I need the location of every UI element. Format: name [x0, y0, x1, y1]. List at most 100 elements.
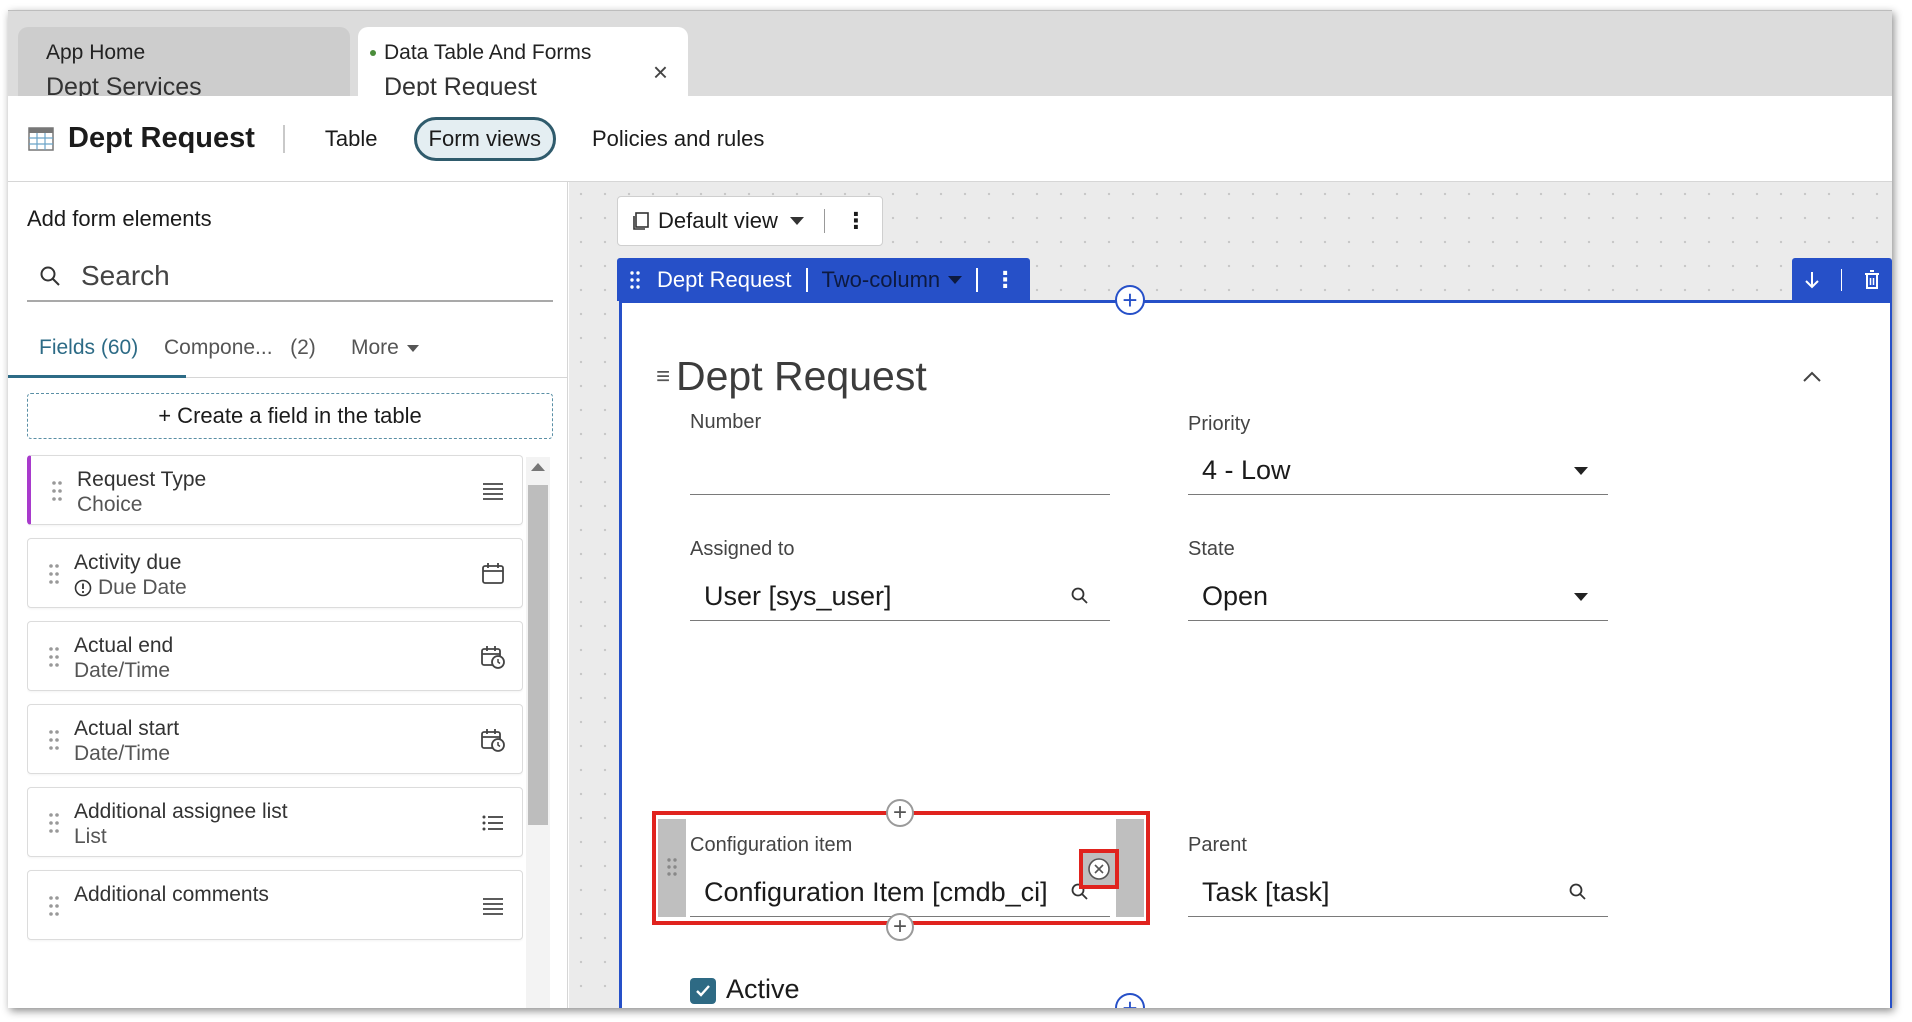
- priority-label: Priority: [1188, 413, 1251, 435]
- field-name: Request Type: [77, 468, 207, 491]
- field-type: List: [74, 825, 107, 848]
- assigned-to-label: Assigned to: [690, 538, 795, 560]
- assigned-to-value: User [sys_user]: [704, 581, 892, 611]
- divider: [805, 267, 808, 292]
- field-list-scrollbar[interactable]: [526, 457, 550, 1008]
- search-input[interactable]: Search: [27, 252, 553, 302]
- table-icon: [28, 126, 54, 151]
- tab-components-count: (2): [290, 336, 316, 359]
- chevron-down-icon: [789, 217, 804, 225]
- field-card-additional-assignee-list[interactable]: Additional assignee list List: [27, 787, 523, 857]
- field-type: Choice: [77, 493, 143, 516]
- drag-handle-icon[interactable]: [48, 563, 60, 585]
- layout-selector[interactable]: Two-column: [822, 267, 941, 293]
- tab-title: App Home: [46, 41, 146, 64]
- field-type: Due Date: [98, 576, 187, 599]
- drag-handle-icon[interactable]: [48, 812, 60, 834]
- field-name: Additional comments: [74, 883, 269, 906]
- hamburger-icon[interactable]: ≡: [656, 363, 670, 391]
- field-name: Activity due: [74, 551, 182, 574]
- section-title-text: Dept Request: [676, 353, 927, 399]
- assigned-to-field[interactable]: User [sys_user]: [690, 573, 1110, 621]
- drag-handle-icon[interactable]: [666, 857, 678, 877]
- more-options-icon[interactable]: ⋮: [992, 267, 1018, 293]
- field-name: Additional assignee list: [74, 800, 288, 823]
- parent-label: Parent: [1188, 834, 1247, 856]
- more-options-icon[interactable]: ⋮: [845, 208, 867, 234]
- selection-handle-left[interactable]: [658, 819, 686, 917]
- search-icon[interactable]: [1568, 882, 1588, 902]
- field-type: Date/Time: [74, 742, 171, 765]
- add-below-icon[interactable]: +: [886, 913, 914, 941]
- alert-circle-icon: [74, 579, 92, 597]
- parent-value: Task [task]: [1202, 877, 1330, 907]
- field-type-row: Due Date: [74, 576, 187, 600]
- tab-title: Data Table And Forms: [384, 41, 592, 64]
- number-field[interactable]: [690, 447, 1110, 495]
- nav-policies-and-rules[interactable]: Policies and rules: [578, 118, 778, 160]
- tab-components[interactable]: Compone... (2): [164, 336, 316, 360]
- calendar-icon: [482, 563, 504, 584]
- priority-select[interactable]: 4 - Low: [1188, 447, 1608, 495]
- field-card-actual-start[interactable]: Actual start Date/Time: [27, 704, 523, 774]
- search-icon[interactable]: [1070, 586, 1090, 606]
- priority-value: 4 - Low: [1202, 455, 1291, 485]
- form-section-toolbar: Dept Request Two-column ⋮: [617, 258, 1031, 301]
- configuration-item-label: Configuration item: [690, 834, 853, 856]
- drag-handle-icon[interactable]: [48, 729, 60, 751]
- state-select[interactable]: Open: [1188, 573, 1608, 621]
- chevron-up-icon[interactable]: [1802, 367, 1822, 387]
- scrollbar-thumb[interactable]: [528, 485, 548, 825]
- panel-heading: Add form elements: [27, 206, 212, 231]
- field-card-activity-due[interactable]: Activity due Due Date: [27, 538, 523, 608]
- tab-fields[interactable]: Fields (60): [39, 336, 138, 360]
- drag-handle-icon[interactable]: [48, 895, 60, 917]
- tab-data-table-and-forms[interactable]: Data Table And Forms Dept Request ×: [358, 27, 688, 101]
- create-field-button[interactable]: + Create a field in the table: [27, 393, 553, 439]
- add-above-icon[interactable]: +: [886, 799, 914, 827]
- divider: [976, 267, 979, 292]
- drag-handle-icon[interactable]: [51, 480, 63, 502]
- header-divider: [282, 124, 285, 153]
- remove-field-button[interactable]: [1079, 849, 1119, 889]
- calendar-clock-icon: [481, 729, 505, 752]
- field-type: Date/Time: [74, 659, 171, 682]
- tab-more[interactable]: More: [351, 336, 419, 360]
- field-name: Actual start: [74, 717, 180, 740]
- tab-more-label: More: [351, 336, 399, 359]
- field-card-request-type[interactable]: Request Type Choice: [27, 455, 523, 525]
- list-icon: [482, 815, 503, 831]
- unsaved-dot-icon: [370, 50, 376, 56]
- form-canvas: Default view ⋮ ≡ Dept Request Number Pri…: [569, 182, 1892, 1008]
- tab-app-home[interactable]: App Home Dept Services: [18, 27, 350, 101]
- view-selector-label: Default view: [658, 208, 778, 233]
- page-title: Dept Request: [68, 122, 255, 154]
- chevron-down-icon[interactable]: [948, 275, 963, 284]
- parent-field[interactable]: Task [task]: [1188, 869, 1608, 917]
- state-value: Open: [1202, 581, 1269, 611]
- checkmark-icon: [696, 985, 710, 997]
- scroll-up-icon[interactable]: [531, 463, 545, 471]
- nav-table[interactable]: Table: [311, 118, 392, 160]
- panel-tabs: Fields (60) Compone... (2) More: [8, 322, 568, 378]
- close-tab-icon[interactable]: ×: [653, 57, 668, 88]
- calendar-clock-icon: [481, 646, 505, 669]
- field-card-additional-comments[interactable]: Additional comments: [27, 870, 523, 940]
- tab-strip: App Home Dept Services Data Table And Fo…: [8, 10, 1892, 101]
- field-card-actual-end[interactable]: Actual end Date/Time: [27, 621, 523, 691]
- add-section-above-icon[interactable]: +: [1115, 285, 1145, 315]
- app-window: App Home Dept Services Data Table And Fo…: [8, 10, 1892, 1008]
- selection-handle-right: [1116, 819, 1144, 917]
- dropdown-arrow-icon: [1574, 467, 1588, 475]
- active-checkbox[interactable]: [690, 978, 716, 1004]
- nav-form-views[interactable]: Form views: [413, 116, 556, 161]
- configuration-item-field[interactable]: Configuration Item [cmdb_ci]: [690, 869, 1110, 917]
- view-selector[interactable]: Default view ⋮: [617, 196, 883, 246]
- active-label: Active: [726, 974, 800, 1004]
- drag-handle-icon[interactable]: [48, 646, 60, 668]
- configuration-item-value: Configuration Item [cmdb_ci]: [704, 877, 1048, 907]
- drag-handle-icon[interactable]: [629, 270, 641, 290]
- move-down-icon[interactable]: [1802, 269, 1822, 291]
- tab-selected-indicator: [8, 375, 186, 378]
- trash-icon[interactable]: [1862, 269, 1882, 291]
